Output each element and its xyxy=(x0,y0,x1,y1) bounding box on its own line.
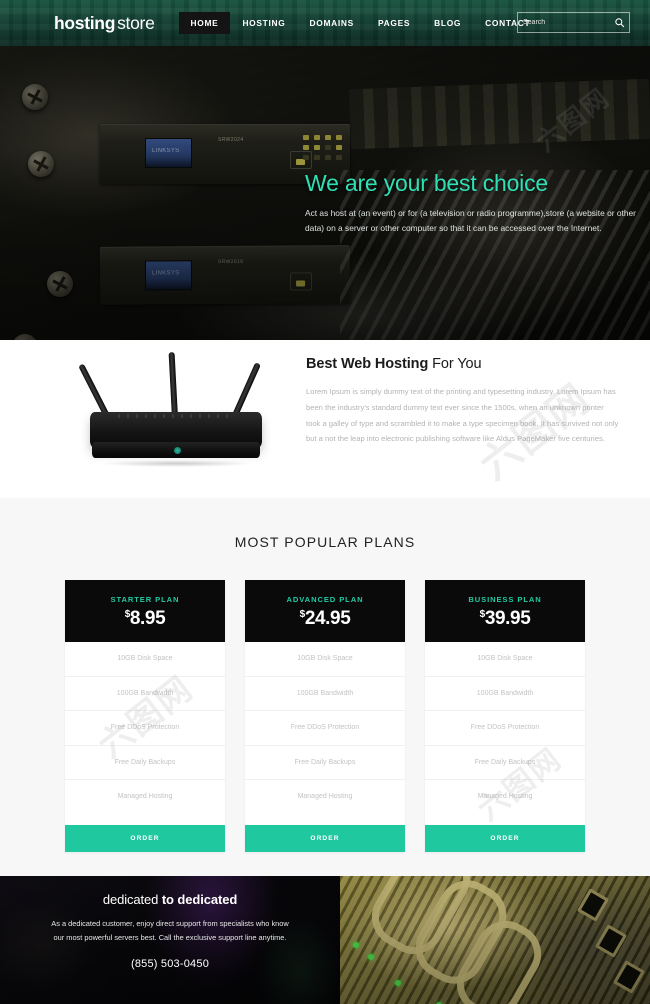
plan-header-advanced: ADVANCED PLAN $24.95 xyxy=(245,580,405,642)
intro-title: Best Web Hosting For You xyxy=(306,356,626,372)
main-navigation: HOME HOSTING DOMAINS PAGES BLOG CONTACT xyxy=(178,0,543,46)
router-shadow xyxy=(102,460,252,467)
intro-section: Best Web Hosting For You Lorem Ipsum is … xyxy=(0,340,650,498)
nav-item-home[interactable]: HOME xyxy=(178,11,231,35)
search-input[interactable] xyxy=(523,19,614,26)
server-handle-1 xyxy=(360,876,482,965)
intro-body-text: Lorem Ipsum is simply dummy text of the … xyxy=(306,387,619,444)
plan-features-business: 10GB Disk Space 100GB Bandwidth Free DDo… xyxy=(425,642,585,815)
plan-name-starter: STARTER PLAN xyxy=(110,594,180,604)
plan-feature-item: Free Daily Backups xyxy=(65,746,225,781)
dedicated-title-bold: to dedicated xyxy=(161,892,238,907)
plan-feature-item: Managed Hosting xyxy=(117,793,173,801)
plan-feature-item: Free DDoS Protection xyxy=(65,711,225,746)
plans-grid: STARTER PLAN $8.95 10GB Disk Space 100GB… xyxy=(0,580,650,852)
dedicated-phone-number[interactable]: (855) 503-0450 xyxy=(0,958,340,970)
dedicated-body-text: As a dedicated customer, enjoy direct su… xyxy=(51,919,289,943)
plan-features-starter: 10GB Disk Space 100GB Bandwidth Free DDo… xyxy=(65,642,225,815)
router-antenna-center xyxy=(168,351,178,419)
order-button-business[interactable]: ORDER xyxy=(425,824,585,852)
dedicated-left-panel: dedicated to dedicated As a dedicated cu… xyxy=(0,876,340,1004)
search-icon[interactable] xyxy=(614,17,625,28)
server-port-2 xyxy=(594,924,628,958)
logo-text-light: store xyxy=(117,12,155,33)
plan-price-business: $39.95 xyxy=(480,609,531,628)
wireless-router-image xyxy=(72,351,282,472)
nav-item-hosting[interactable]: HOSTING xyxy=(230,12,297,34)
order-button-advanced[interactable]: ORDER xyxy=(245,824,405,852)
plan-header-starter: STARTER PLAN $8.95 xyxy=(65,580,225,642)
plan-card-advanced[interactable]: ADVANCED PLAN $24.95 10GB Disk Space 100… xyxy=(245,580,405,852)
nav-item-pages[interactable]: PAGES xyxy=(366,12,422,34)
order-button-starter[interactable]: ORDER xyxy=(65,824,225,852)
plan-feature-item: 100GB Bandwidth xyxy=(65,677,225,712)
server-rack-image xyxy=(340,876,650,1004)
plan-feature-item: 10GB Disk Space xyxy=(65,642,225,677)
plan-feature-item: 10GB Disk Space xyxy=(245,642,405,677)
plan-card-business[interactable]: BUSINESS PLAN $39.95 10GB Disk Space 100… xyxy=(425,580,585,852)
plans-section: MOST POPULAR PLANS STARTER PLAN $8.95 10… xyxy=(0,498,650,876)
server-status-led-3 xyxy=(395,980,401,986)
plan-feature-item: 10GB Disk Space xyxy=(425,642,585,677)
router-power-led xyxy=(173,447,181,454)
plans-section-title: MOST POPULAR PLANS xyxy=(234,534,416,550)
server-port-1 xyxy=(576,888,610,922)
dedicated-section: dedicated to dedicated As a dedicated cu… xyxy=(0,876,650,1004)
plan-price-value-starter: 8.95 xyxy=(129,607,166,629)
hero-title: We are your best choice xyxy=(305,170,548,196)
search-box[interactable] xyxy=(517,12,630,33)
plan-name-advanced: ADVANCED PLAN xyxy=(286,594,364,604)
plan-feature-item: 100GB Bandwidth xyxy=(425,677,585,712)
logo-text-bold: hosting xyxy=(54,12,116,33)
hero-section: LINKSYS SRW2024 LINKSYS SRW2016 xyxy=(0,46,650,340)
plan-price-value-business: 39.95 xyxy=(484,607,531,629)
plan-price-advanced: $24.95 xyxy=(300,609,351,628)
intro-title-light: For You xyxy=(432,356,482,372)
router-vents xyxy=(118,414,230,418)
hero-subtitle: Act as host at (an event) or for (a tele… xyxy=(305,208,636,233)
plan-feature-item: Free Daily Backups xyxy=(245,746,405,781)
plan-price-value-advanced: 24.95 xyxy=(304,607,351,629)
nav-item-domains[interactable]: DOMAINS xyxy=(298,12,366,34)
plan-card-starter[interactable]: STARTER PLAN $8.95 10GB Disk Space 100GB… xyxy=(65,580,225,852)
plan-header-business: BUSINESS PLAN $39.95 xyxy=(425,580,585,642)
dedicated-right-image xyxy=(340,876,650,1004)
hero-text-block: We are your best choice Act as host at (… xyxy=(305,170,645,235)
nav-item-blog[interactable]: BLOG xyxy=(422,12,473,34)
page-root: hosting store HOME HOSTING DOMAINS PAGES … xyxy=(0,0,650,1004)
server-handle-3 xyxy=(445,910,553,1004)
server-status-led-1 xyxy=(353,942,359,948)
dedicated-title: dedicated to dedicated xyxy=(0,892,340,907)
server-status-led-2 xyxy=(368,954,374,960)
plan-feature-item: Free DDoS Protection xyxy=(425,711,585,746)
plan-feature-item: Managed Hosting xyxy=(297,793,353,801)
site-logo[interactable]: hosting store xyxy=(54,13,155,34)
plan-feature-item: Managed Hosting xyxy=(477,793,533,801)
plan-name-business: BUSINESS PLAN xyxy=(468,594,542,604)
intro-title-bold: Best Web Hosting xyxy=(306,356,429,372)
site-header: hosting store HOME HOSTING DOMAINS PAGES … xyxy=(0,0,650,46)
plan-feature-item: 100GB Bandwidth xyxy=(245,677,405,712)
dedicated-title-light: dedicated xyxy=(102,892,159,907)
intro-text-block: Best Web Hosting For You Lorem Ipsum is … xyxy=(306,356,626,447)
server-handle-2 xyxy=(404,876,518,995)
server-port-3 xyxy=(612,960,646,994)
plan-feature-item: Free Daily Backups xyxy=(425,746,585,781)
plan-price-starter: $8.95 xyxy=(125,609,166,628)
plan-feature-item: Free DDoS Protection xyxy=(245,711,405,746)
plan-features-advanced: 10GB Disk Space 100GB Bandwidth Free DDo… xyxy=(245,642,405,815)
dedicated-text-block: dedicated to dedicated As a dedicated cu… xyxy=(0,876,340,970)
